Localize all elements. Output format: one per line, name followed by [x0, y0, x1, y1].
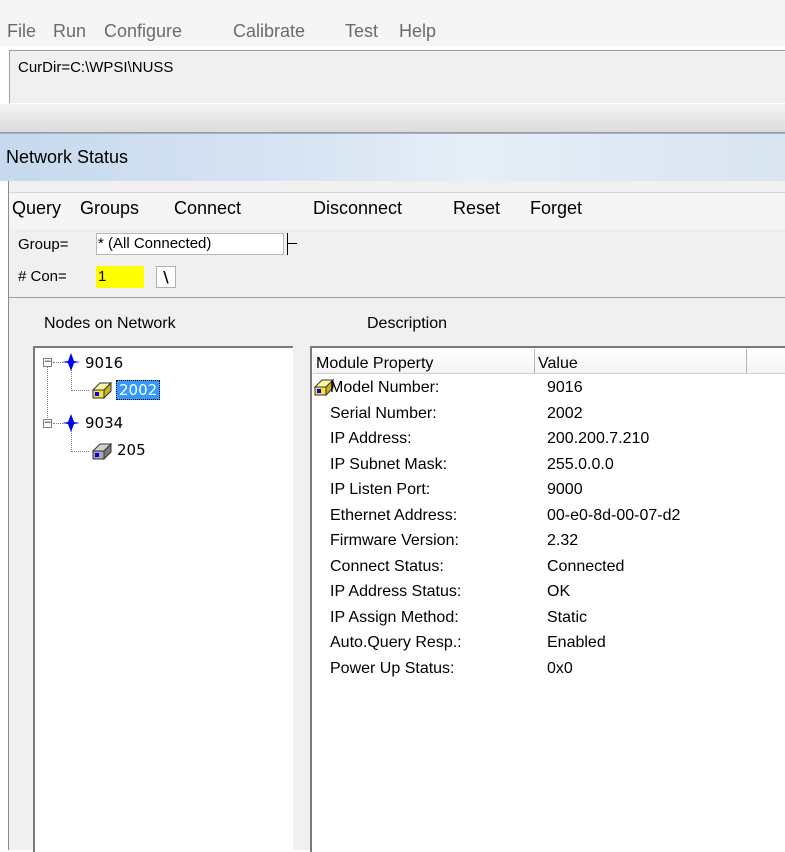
column-header-blank[interactable] — [747, 349, 785, 374]
menu-test[interactable]: Test — [345, 21, 378, 42]
menu-file[interactable]: File — [7, 21, 36, 42]
property-name[interactable]: Ethernet Address: — [330, 507, 457, 525]
curdir-panel — [9, 50, 785, 103]
pointer-button[interactable]: \ — [156, 266, 176, 288]
column-header-property[interactable]: Module Property — [313, 349, 535, 374]
property-value: Enabled — [547, 634, 606, 651]
property-name[interactable]: Power Up Status: — [330, 660, 455, 678]
current-directory: CurDir=C:\WPSI\NUSS — [18, 59, 174, 76]
connection-count-field[interactable]: 1 — [96, 266, 144, 288]
property-name[interactable]: Model Number: — [330, 379, 439, 397]
tree-node-205[interactable]: 205 — [117, 441, 146, 459]
menu-disconnect[interactable]: Disconnect — [313, 198, 402, 219]
module-icon — [91, 381, 113, 399]
tree-line — [47, 364, 48, 422]
property-value: 9016 — [547, 379, 583, 396]
tree-node-9034[interactable]: 9034 — [85, 414, 123, 432]
tree-line — [71, 390, 89, 391]
menu-configure[interactable]: Configure — [104, 21, 182, 42]
property-value: 255.0.0.0 — [547, 455, 614, 473]
window-title: Network Status — [6, 147, 129, 167]
property-name[interactable]: Connect Status: — [330, 558, 444, 576]
property-name[interactable]: Firmware Version: — [330, 532, 459, 550]
con-label: # Con= — [18, 268, 67, 285]
property-name[interactable]: IP Listen Port: — [330, 481, 430, 499]
property-value: 2.32 — [547, 532, 579, 549]
menu-run[interactable]: Run — [53, 21, 86, 42]
network-node-icon — [62, 414, 80, 432]
menu-calibrate[interactable]: Calibrate — [233, 21, 305, 42]
property-name[interactable]: IP Assign Method: — [330, 609, 459, 627]
menu-help[interactable]: Help — [399, 21, 436, 42]
property-name[interactable]: IP Address: — [330, 430, 412, 448]
module-icon — [91, 442, 113, 460]
status-strip — [0, 104, 785, 133]
property-name[interactable]: Serial Number: — [330, 405, 437, 423]
property-value: Static — [547, 608, 588, 626]
property-name[interactable]: Auto.Query Resp.: — [330, 634, 462, 652]
menu-groups[interactable]: Groups — [80, 198, 139, 219]
tree-node-9016[interactable]: 9016 — [85, 354, 123, 372]
property-value: 00-e0-8d-00-07-d2 — [547, 506, 681, 524]
menu-reset[interactable]: Reset — [453, 198, 500, 219]
menu-connect[interactable]: Connect — [174, 198, 241, 219]
tree-line — [71, 451, 89, 452]
group-field[interactable]: * (All Connected) — [96, 233, 284, 255]
collapse-9016-icon[interactable]: − — [43, 358, 52, 367]
column-header-value[interactable]: Value — [535, 349, 747, 374]
property-value: 9000 — [547, 481, 583, 498]
property-value: 0x0 — [547, 659, 573, 677]
property-value: Connected — [547, 557, 625, 575]
menu-forget[interactable]: Forget — [530, 198, 582, 219]
description-label: Description — [367, 315, 448, 332]
property-value: 200.200.7.210 — [547, 430, 650, 447]
network-node-icon — [62, 353, 80, 371]
property-value: OK — [547, 583, 571, 600]
menu-query[interactable]: Query — [12, 198, 61, 219]
group-label: Group= — [18, 236, 69, 253]
property-value: 2002 — [547, 404, 583, 422]
property-name[interactable]: IP Subnet Mask: — [330, 456, 447, 474]
group-dropdown-button[interactable] — [287, 233, 300, 255]
nodes-on-network-label: Nodes on Network — [44, 315, 176, 332]
property-name[interactable]: IP Address Status: — [330, 583, 461, 601]
collapse-9034-icon[interactable]: − — [43, 419, 52, 428]
tree-node-2002[interactable]: 2002 — [116, 380, 161, 400]
